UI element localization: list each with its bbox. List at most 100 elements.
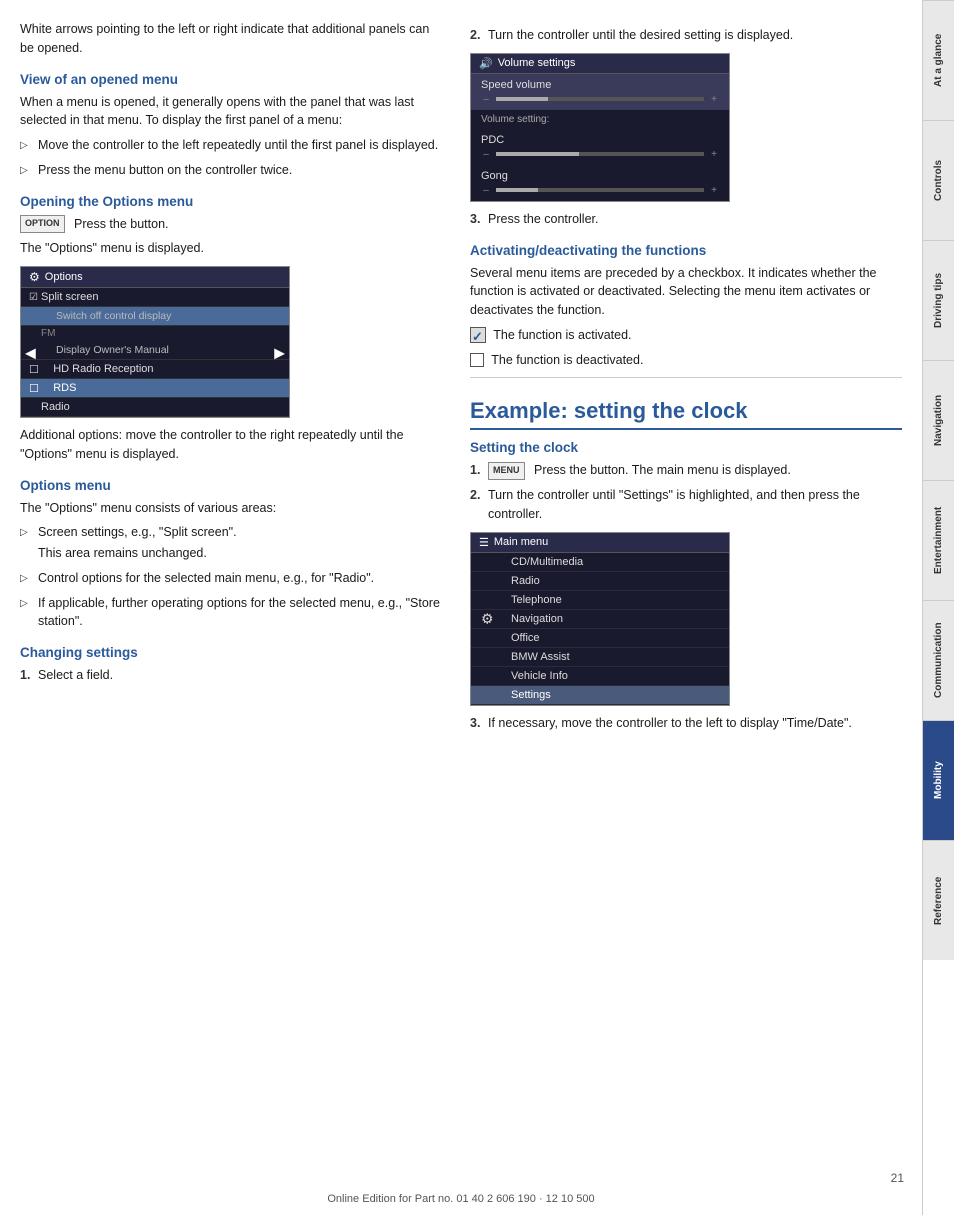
slider-minus-gong: – — [481, 185, 491, 196]
step-3-num: 3. — [470, 210, 480, 229]
view-opened-menu-body: When a menu is opened, it generally open… — [20, 93, 440, 131]
sidebar-tabs: At a glance Controls Driving tips Naviga… — [922, 0, 954, 1215]
mm-item-vehicle-info: Vehicle Info — [471, 667, 729, 686]
options-screenshot-titlebar: ⚙ Options — [21, 267, 289, 288]
options-item-rds: ☐ RDS — [21, 379, 289, 398]
view-opened-menu-heading: View of an opened menu — [20, 72, 440, 87]
opening-options-heading: Opening the Options menu — [20, 194, 440, 209]
right-arrow-icon: ▶ — [274, 344, 285, 361]
right-col-step2: 2. Turn the controller until the desired… — [470, 26, 902, 45]
activating-heading: Activating/deactivating the functions — [470, 243, 902, 258]
vol-slider-gong: – + — [481, 185, 719, 196]
mm-icon: ☰ — [479, 536, 489, 549]
options-menu-displayed-text: The "Options" menu is displayed. — [20, 239, 440, 258]
slider-track-gong — [496, 188, 704, 192]
clock-step3-list: 3. If necessary, move the controller to … — [470, 714, 902, 733]
slider-fill-pdc — [496, 152, 579, 156]
clock-step-3: 3. If necessary, move the controller to … — [470, 714, 902, 733]
vol-title: Volume settings — [498, 57, 576, 69]
volume-screenshot: 🔊 Volume settings Speed volume – + Volum… — [470, 53, 730, 202]
vol-item-gong: Gong – + — [471, 165, 729, 201]
options-menu-body: The "Options" menu consists of various a… — [20, 499, 440, 518]
deactivated-label: The function is deactivated. — [491, 353, 643, 367]
slider-fill-gong — [496, 188, 538, 192]
check-icon: ☑ — [29, 292, 38, 303]
checkbox-rds: ☐ — [29, 382, 39, 395]
page-footer: Online Edition for Part no. 01 40 2 606 … — [0, 1193, 922, 1205]
vol-item-speed: Speed volume – + — [471, 74, 729, 110]
vol-setting-label: Volume setting: — [471, 110, 729, 129]
bullet-subtext: This area remains unchanged. — [38, 544, 440, 563]
activated-text: The function is activated. — [470, 326, 902, 345]
sidebar-tab-at-a-glance[interactable]: At a glance — [923, 0, 954, 120]
options-item-display-manual: Display Owner's Manual — [21, 341, 289, 360]
sidebar-tab-entertainment[interactable]: Entertainment — [923, 480, 954, 600]
mm-item-bmw-assist: BMW Assist — [471, 648, 729, 667]
activating-body: Several menu items are preceded by a che… — [470, 264, 902, 320]
changing-settings-steps: 1. Select a field. — [20, 666, 440, 685]
mm-title: Main menu — [494, 536, 548, 548]
slider-track-pdc — [496, 152, 704, 156]
bullet-item: Move the controller to the left repeated… — [20, 136, 440, 155]
left-arrow-icon: ◀ — [25, 344, 36, 361]
gear-icon: ⚙ — [481, 610, 494, 627]
activated-label: The function is activated. — [493, 328, 631, 342]
options-item-split-screen: ☑ Split screen — [21, 288, 289, 307]
deactivated-text: The function is deactivated. — [470, 351, 902, 370]
example-clock-heading: Example: setting the clock — [470, 398, 902, 430]
menu-button-icon: MENU — [488, 462, 525, 480]
divider — [470, 377, 902, 378]
bullet-item: Press the menu button on the controller … — [20, 161, 440, 180]
slider-plus: + — [709, 94, 719, 105]
step-2-text: Turn the controller until the desired se… — [488, 28, 793, 42]
bullet-item-screen: Screen settings, e.g., "Split screen". T… — [20, 523, 440, 563]
vol-slider-pdc: – + — [481, 149, 719, 160]
step-2: 2. Turn the controller until the desired… — [470, 26, 902, 45]
slider-plus-gong: + — [709, 185, 719, 196]
mm-item-radio: Radio — [471, 572, 729, 591]
step-3-press: 3. Press the controller. — [470, 210, 902, 229]
options-item-radio: Radio — [21, 398, 289, 417]
slider-minus-pdc: – — [481, 149, 491, 160]
slider-minus: – — [481, 94, 491, 105]
clock-step-2: 2. Turn the controller until "Settings" … — [470, 486, 902, 524]
sidebar-tab-navigation[interactable]: Navigation — [923, 360, 954, 480]
clock-step-2-num: 2. — [470, 486, 480, 505]
sidebar-tab-reference[interactable]: Reference — [923, 840, 954, 960]
vol-item-pdc: PDC – + — [471, 129, 729, 165]
mm-item-settings: Settings — [471, 686, 729, 705]
options-icon: ⚙ — [29, 270, 40, 284]
checkbox-checked-icon — [470, 327, 486, 343]
step-1-text: Select a field. — [38, 668, 113, 682]
checkbox-hd: ☐ — [29, 363, 39, 376]
options-screenshot: ⚙ Options ☑ Split screen Switch off cont… — [20, 266, 290, 418]
options-item-switch-off: Switch off control display — [21, 307, 289, 326]
additional-options-text: Additional options: move the controller … — [20, 426, 440, 464]
sidebar-tab-driving-tips[interactable]: Driving tips — [923, 240, 954, 360]
right-col-step3: 3. Press the controller. — [470, 210, 902, 229]
mm-item-telephone: Telephone — [471, 591, 729, 610]
page-number: 21 — [891, 1171, 904, 1185]
step-2-num: 2. — [470, 26, 480, 45]
option-button-icon: OPTION — [20, 215, 65, 233]
bullet-item-further: If applicable, further operating options… — [20, 594, 440, 632]
options-item-hd-radio: ☐ HD Radio Reception — [21, 360, 289, 379]
option-btn-line: OPTION Press the button. — [20, 215, 440, 234]
slider-track — [496, 97, 704, 101]
sidebar-tab-communication[interactable]: Communication — [923, 600, 954, 720]
slider-plus-pdc: + — [709, 149, 719, 160]
changing-settings-heading: Changing settings — [20, 645, 440, 660]
clock-step-1-text: Press the button. The main menu is displ… — [534, 463, 791, 477]
vol-slider-speed: – + — [481, 94, 719, 105]
sidebar-tab-mobility[interactable]: Mobility — [923, 720, 954, 840]
vol-title-bar: 🔊 Volume settings — [471, 54, 729, 74]
intro-text: White arrows pointing to the left or rig… — [20, 20, 440, 58]
clock-step-1: 1. MENU Press the button. The main menu … — [470, 461, 902, 480]
slider-fill — [496, 97, 548, 101]
sidebar-tab-controls[interactable]: Controls — [923, 120, 954, 240]
clock-step-3-num: 3. — [470, 714, 480, 733]
mm-title-bar: ☰ Main menu — [471, 533, 729, 553]
setting-clock-subheading: Setting the clock — [470, 440, 902, 455]
option-press-text: Press the button. — [74, 217, 169, 231]
mm-item-office: Office — [471, 629, 729, 648]
